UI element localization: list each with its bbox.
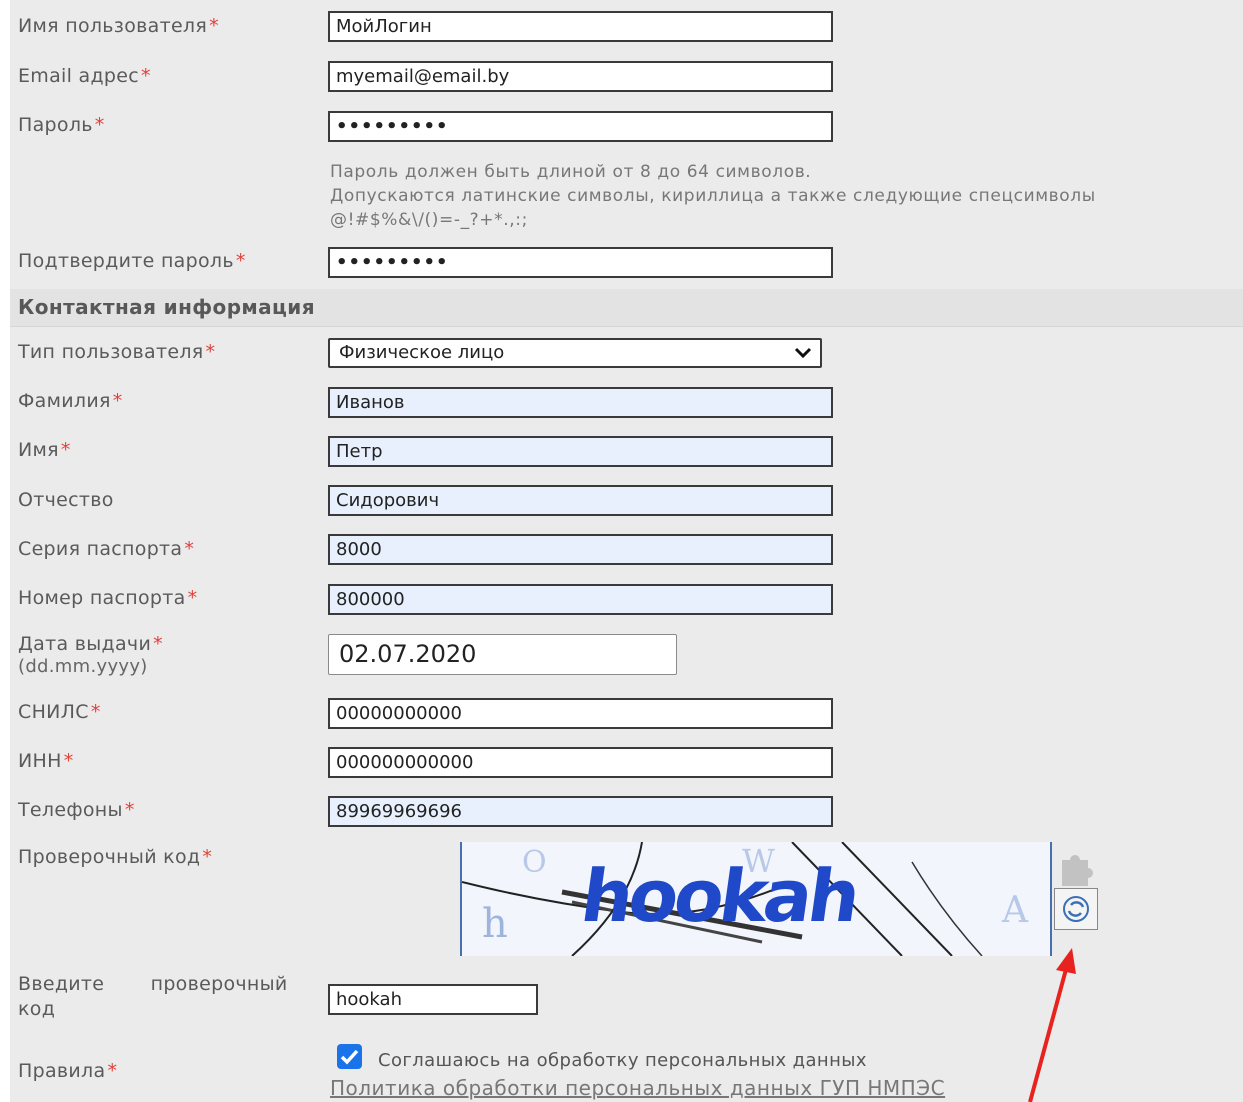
checkmark-icon [340,1049,359,1065]
annotation-arrow-icon [1028,948,1076,1102]
patronymic-label: Отчество [18,489,114,511]
user-type-select[interactable]: Физическое лицо [328,338,822,368]
lastname-label: Фамилия * [18,390,123,412]
consent-text: Соглашаюсь на обработку персональных дан… [378,1050,867,1071]
policy-link[interactable]: Политика обработки персональных данных Г… [330,1076,945,1100]
password-label: Пароль * [18,114,105,136]
issue-date-input[interactable]: 02.07.2020 [328,634,677,675]
captcha-word: hookah [576,854,862,938]
lastname-input[interactable]: Иванов [328,387,833,418]
confirm-password-label: Подтвердите пароль * [18,250,246,272]
captcha-label: Проверочный код * [18,846,213,868]
snils-label: СНИЛС * [18,701,101,723]
snils-input[interactable]: 00000000000 [328,698,833,729]
rules-label: Правила * [18,1060,118,1082]
email-label: Email адрес * [18,65,151,87]
svg-text:A: A [1001,890,1029,931]
passport-series-input[interactable]: 8000 [328,534,833,565]
captcha-input[interactable]: hookah [328,984,538,1015]
refresh-icon[interactable] [1054,888,1098,930]
user-type-label: Тип пользователя * [18,341,216,363]
issue-date-format: (dd.mm.yyyy) [18,656,148,677]
user-type-selected: Физическое лицо [339,342,505,363]
svg-text:h: h [482,901,508,947]
passport-number-input[interactable]: 800000 [328,584,833,615]
chevron-down-icon [794,347,812,359]
inn-input[interactable]: 000000000000 [328,747,833,778]
phones-input[interactable]: 89969969696 [328,796,833,827]
password-hint: Пароль должен быть длиной от 8 до 64 сим… [330,162,1096,230]
firstname-label: Имя * [18,439,71,461]
captcha-image: h O W A hookah [460,842,1052,956]
inn-label: ИНН * [18,750,74,772]
passport-series-label: Серия паспорта * [18,538,195,560]
username-input[interactable]: МойЛогин [328,11,833,42]
password-input[interactable]: ••••••••• [328,111,833,142]
section-title: Контактная информация [18,295,315,319]
confirm-password-input[interactable]: ••••••••• [328,247,833,278]
email-input[interactable]: myemail@email.by [328,61,833,92]
username-label: Имя пользователя * [18,15,219,37]
firstname-input[interactable]: Петр [328,436,833,467]
patronymic-input[interactable]: Сидорович [328,485,833,516]
contact-section-header: Контактная информация [10,289,1243,327]
svg-text:O: O [522,845,547,880]
phones-label: Телефоны * [18,799,135,821]
captcha-input-label: Введите проверочный код [18,973,288,1020]
puzzle-icon[interactable] [1054,846,1098,888]
issue-date-label: Дата выдачи * (dd.mm.yyyy) [18,633,163,677]
consent-checkbox[interactable] [337,1044,362,1069]
passport-number-label: Номер паспорта * [18,587,198,609]
